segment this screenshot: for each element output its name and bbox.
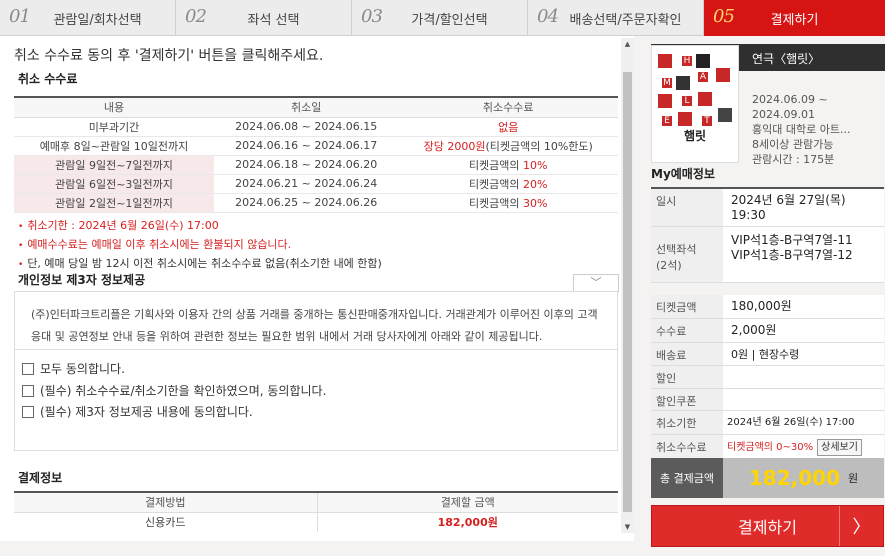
table-row: 관람일 2일전~1일전까지 2024.06.25 ~ 2024.06.26 티켓…	[14, 193, 618, 213]
row-discount: 할인	[651, 366, 884, 389]
payment-method: 신용카드	[14, 512, 318, 532]
step-3-price-discount[interactable]: 03 가격/할인선택	[352, 0, 528, 36]
show-venue: 홍익대 대학로 아트...	[752, 123, 851, 136]
payment-amount: 182,000원	[437, 516, 498, 530]
my-booking-title: My예매정보	[651, 167, 715, 181]
pay-button[interactable]: 결제하기 〉	[651, 505, 884, 547]
row-fee: 수수료 2,000원	[651, 319, 884, 343]
col-header-amount: 결제할 금액	[317, 492, 618, 513]
row-cancel-fee: 취소수수료 티켓금액의 0~30% 상세보기	[651, 435, 884, 459]
step-number: 02	[185, 6, 207, 27]
cancel-fee-table: 내용 취소일 취소수수료 미부과기간 2024.06.08 ~ 2024.06.…	[14, 96, 618, 213]
arrow-right-icon: 〉	[839, 506, 883, 546]
note-deadline: 취소기한 : 2024년 6월 26일(수) 17:00	[18, 217, 382, 236]
checkbox[interactable]	[22, 362, 34, 375]
step-label: 배송선택/주문자확인	[569, 12, 682, 28]
row-cancel-deadline: 취소기한 2024년 6월 26일(수) 17:00	[651, 411, 884, 435]
row-seats: 선택좌석 (2석) VIP석1층-B구역7열-11 VIP석1층-B구역7열-12	[651, 227, 884, 283]
chevron-down-icon[interactable]: ﹀	[573, 274, 619, 292]
note-refund: 예매수수료는 예매일 이후 취소시에는 환불되지 않습니다.	[18, 236, 382, 255]
step-label: 관람일/회차선택	[53, 12, 142, 28]
checkbox[interactable]	[22, 384, 34, 397]
privacy-title: 개인정보 제3자 정보제공	[18, 273, 146, 287]
agree-cancel-fee[interactable]: (필수) 취소수수료/취소기한을 확인하였으며, 동의합니다.	[22, 382, 326, 399]
table-row: 관람일 6일전~3일전까지 2024.06.21 ~ 2024.06.24 티켓…	[14, 174, 618, 194]
show-poster: H A M L E T 햄릿	[651, 45, 739, 163]
row-coupon: 할인쿠폰	[651, 389, 884, 411]
agree-third-party[interactable]: (필수) 제3자 정보제공 내용에 동의합니다.	[22, 403, 253, 420]
table-row: 신용카드 182,000원	[14, 512, 618, 532]
step-number: 03	[361, 6, 383, 27]
scroll-thumb[interactable]	[623, 72, 632, 512]
step-label: 가격/할인선택	[411, 12, 488, 28]
step-2-seat-select[interactable]: 02 좌석 선택	[176, 0, 352, 36]
payment-table: 결제방법 결제할 금액 신용카드 182,000원	[14, 491, 618, 532]
total-payment: 총 결제금액 182,000 원	[651, 458, 884, 498]
cancel-fee-title: 취소 수수료	[18, 72, 78, 86]
step-number: 01	[9, 6, 31, 27]
table-row: 예매후 8일~관람일 10일전까지 2024.06.16 ~ 2024.06.1…	[14, 136, 618, 156]
step-4-delivery-confirm[interactable]: 04 배송선택/주문자확인	[528, 0, 704, 36]
scroll-up-icon[interactable]: ▲	[621, 38, 634, 50]
table-row: 미부과기간 2024.06.08 ~ 2024.06.15 없음	[14, 117, 618, 137]
payment-notice: 취소 수수료 동의 후 '결제하기' 버튼을 클릭해주세요.	[14, 48, 324, 64]
show-info: 2024.06.09 ~ 2024.09.01 홍익대 대학로 아트... 8세…	[752, 92, 850, 167]
step-label: 좌석 선택	[247, 12, 300, 28]
show-title: 연극〈햄릿〉	[752, 52, 821, 66]
scrollbar[interactable]: ▲ ▼	[621, 38, 634, 533]
total-label: 총 결제금액	[651, 458, 723, 498]
agree-all[interactable]: 모두 동의합니다.	[22, 360, 125, 377]
step-bar: 01 관람일/회차선택 02 좌석 선택 03 가격/할인선택 04 배송선택/주문자확…	[0, 0, 885, 36]
step-5-payment[interactable]: 05 결제하기	[704, 0, 885, 36]
checkbox[interactable]	[22, 405, 34, 418]
col-header-fee: 취소수수료	[398, 97, 618, 118]
scroll-down-icon[interactable]: ▼	[621, 521, 634, 533]
col-header-method: 결제방법	[14, 492, 318, 513]
detail-view-button[interactable]: 상세보기	[817, 439, 862, 456]
poster-title: 햄릿	[683, 129, 707, 143]
step-number: 05	[713, 6, 735, 27]
payment-info-title: 결제정보	[18, 471, 63, 485]
step-1-date-select[interactable]: 01 관람일/회차선택	[0, 0, 176, 36]
step-label: 결제하기	[770, 12, 819, 28]
pay-button-label: 결제하기	[738, 518, 797, 537]
total-unit: 원	[847, 472, 859, 485]
show-runtime: 관람시간 : 175분	[752, 153, 835, 166]
cancel-notes: 취소기한 : 2024년 6월 26일(수) 17:00 예매수수료는 예매일 …	[18, 217, 382, 274]
col-header-content: 내용	[14, 97, 214, 118]
row-ticket-price: 티켓금액 180,000원	[651, 295, 884, 319]
my-booking-table: 일시 2024년 6월 27일(목) 19:30 선택좌석 (2석) VIP석1층-…	[651, 187, 884, 459]
show-dates: 2024.06.09 ~ 2024.09.01	[752, 93, 828, 121]
privacy-text-box[interactable]: (주)인터파크트리플은 기획사와 이용자 간의 상품 거래를 중개하는 통신판매…	[14, 291, 618, 349]
show-age: 8세이상 관람가능	[752, 138, 834, 151]
row-delivery: 배송료 0원 | 현장수령	[651, 343, 884, 366]
col-header-period: 취소일	[214, 97, 399, 118]
table-row: 관람일 9일전~7일전까지 2024.06.18 ~ 2024.06.20 티켓…	[14, 155, 618, 175]
row-datetime: 일시 2024년 6월 27일(목) 19:30	[651, 189, 884, 227]
step-number: 04	[537, 6, 559, 27]
booking-page: 01 관람일/회차선택 02 좌석 선택 03 가격/할인선택 04 배송선택/주문자확…	[0, 0, 885, 556]
total-amount: 182,000	[748, 466, 840, 490]
